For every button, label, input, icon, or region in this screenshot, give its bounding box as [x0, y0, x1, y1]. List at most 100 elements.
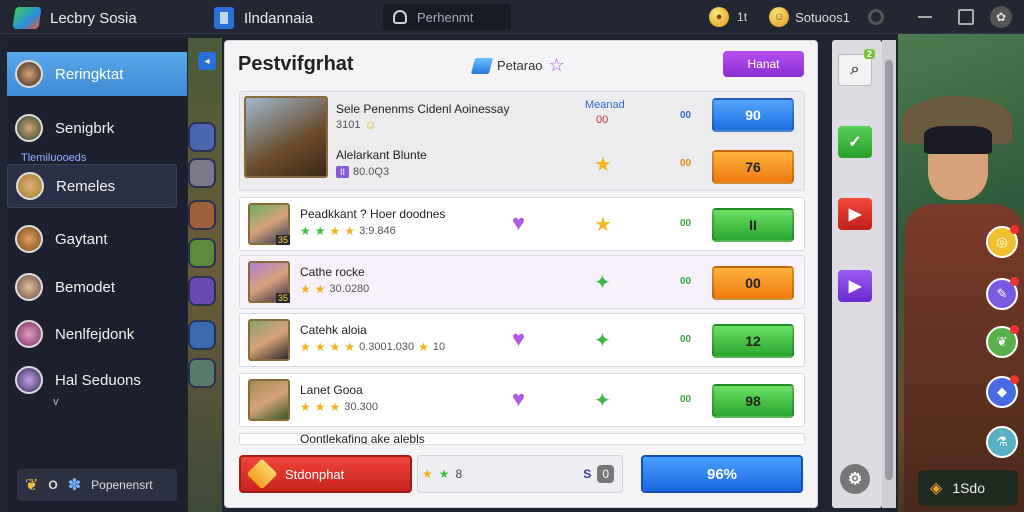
sidebar-item-1[interactable]: Reringktat [7, 52, 187, 96]
heart-icon[interactable]: ♥ [512, 210, 525, 236]
footer-toggle[interactable]: 0 [597, 465, 614, 483]
hero-portrait [248, 319, 290, 361]
star-icon: ☆ [548, 55, 565, 75]
row-mini: 00 [680, 334, 692, 345]
sidebar-item-2[interactable]: Senigbrk [7, 106, 187, 150]
heart-icon[interactable]: ♥ [512, 326, 525, 352]
sidebar-item-5[interactable]: Bemodet [7, 265, 187, 309]
hero-portrait: 35 [248, 203, 290, 245]
app-title-1: Lecbry Sosia [50, 9, 137, 27]
panel-top-button[interactable]: Hanat [723, 51, 804, 77]
settings-avatar-icon[interactable]: ✿ [990, 6, 1012, 28]
flower-icon[interactable]: ✽ [68, 475, 81, 495]
gear-icon[interactable]: ⚙ [840, 464, 870, 494]
star-icon: ★ [300, 340, 311, 354]
row-sub: ★ ★ ★ ★ 0.3001.030 ★ 10 [300, 340, 445, 354]
table-row[interactable]: Sele Penenms Cidenl Aoinessay 3101 ☺ Mea… [239, 91, 805, 191]
row-name: Sele Penenms Cidenl Aoinessay [336, 102, 510, 116]
record-icon[interactable] [868, 9, 884, 25]
user-icon [393, 10, 407, 24]
row-sub-value: 3101 [336, 119, 361, 131]
strip-button[interactable] [188, 320, 216, 350]
footer-primary-button[interactable]: Stdonphat [239, 455, 412, 493]
leaf-icon[interactable]: ❦ [25, 475, 38, 495]
strip-button[interactable] [188, 238, 216, 268]
play-purple-icon[interactable]: ▶ [838, 270, 872, 302]
document-icon [214, 7, 234, 29]
hero-portrait [248, 379, 290, 421]
sidebar-item-label: Senigbrk [55, 119, 115, 137]
strip-button[interactable] [188, 276, 216, 306]
star-icon: ★ [329, 340, 341, 354]
row-extra-value: 10 [432, 341, 446, 353]
search-icon[interactable]: ⌕ 2 [838, 49, 875, 86]
tool-column: ⌕ 2 ✓ ▶ ▶ ⚙ [832, 40, 882, 508]
star-icon: ★ [422, 467, 433, 481]
star-icon: ✦ [594, 390, 611, 412]
play-red-icon[interactable]: ▶ [838, 198, 872, 230]
hero-hair [924, 126, 992, 154]
row-action-button[interactable]: 00 [712, 266, 794, 300]
sidebar-item-4[interactable]: Gaytant [7, 217, 187, 261]
hero-portrait: 35 [248, 261, 290, 303]
row-action-button[interactable]: II [712, 208, 794, 242]
strip-button[interactable] [188, 358, 216, 388]
row-tag-value: 00 [596, 114, 609, 126]
dock-icon[interactable]: ◂ [198, 52, 216, 70]
sidebar-item-label: Bemodet [55, 278, 116, 296]
row-action-button[interactable]: 90 [712, 98, 794, 132]
coin-count: 1t [737, 10, 748, 24]
feather-icon[interactable]: ✎ [986, 277, 1019, 310]
sidebar-item-label: Reringktat [55, 65, 124, 83]
star-icon: ★ [594, 214, 612, 236]
scrollbar-thumb[interactable] [885, 60, 893, 480]
star-icon: ★ [314, 340, 326, 354]
potion-icon[interactable]: ⚗ [986, 426, 1018, 458]
check-icon[interactable]: ✓ [838, 126, 872, 158]
row-action-button[interactable]: 12 [712, 324, 794, 358]
star-icon: ★ [438, 467, 450, 481]
row-sub-value: 80.0Q3 [353, 166, 390, 178]
row-action-button[interactable]: 98 [712, 384, 794, 418]
strip-button[interactable] [188, 158, 216, 188]
app-logo-icon [12, 7, 42, 29]
row-name: Oontlekafing ake alebls [300, 433, 425, 445]
minimize-icon[interactable] [918, 16, 932, 18]
chevron-down-icon[interactable]: v [53, 396, 59, 408]
star-icon: ★ [344, 224, 356, 238]
zero-toggle[interactable]: O [48, 478, 57, 492]
sidebar-item-6[interactable]: Nenlfejdonk [7, 312, 187, 356]
table-row[interactable]: Oontlekafing ake alebls [239, 433, 805, 445]
maximize-icon[interactable] [958, 9, 974, 25]
table-row[interactable]: Lanet Gooa ★ ★ ★ 30.300 ♥ ✦ 00 98 [239, 373, 805, 427]
portrait-tag: 35 [275, 235, 290, 245]
sidebar-item-7[interactable]: Hal Seduons [7, 358, 187, 402]
app-tab-2[interactable]: Ilndannaia [214, 7, 313, 29]
table-row[interactable]: 35 Cathe rocke ★ ★ 30.0280 ✦ 00 00 [239, 255, 805, 309]
avatar [15, 60, 43, 88]
strip-button[interactable] [188, 122, 216, 152]
heart-icon[interactable]: ♥ [512, 386, 525, 412]
scrollbar[interactable] [882, 40, 896, 508]
table-row[interactable]: Catehk aloia ★ ★ ★ ★ 0.3001.030 ★ 10 ♥ ✦ 00… [239, 313, 805, 367]
title-bar: Lecbry Sosia Ilndannaia Perhenmt ● 1t ☺ … [0, 0, 1024, 34]
row-action-button[interactable]: 76 [712, 150, 794, 184]
app-tab-1[interactable]: Lecbry Sosia [12, 7, 137, 29]
search-input[interactable]: Perhenmt [383, 4, 511, 30]
art-action-button[interactable]: ◈ 1Sdo [918, 470, 1018, 506]
row-sub: ★ ★ ★ ★ 3:9.846 [300, 224, 396, 238]
currency-amount: Sotuoos1 [795, 9, 850, 25]
row-name: Lanet Gooa [300, 383, 363, 397]
table-row[interactable]: 35 Peadkkant ? Hoer doodnes ★ ★ ★ ★ 3:9.846… [239, 197, 805, 251]
row-name: Catehk aloia [300, 323, 367, 337]
shield-icon[interactable]: ◆ [986, 375, 1019, 408]
bell-icon[interactable]: ◎ [986, 225, 1019, 258]
footer-mid-s: S [583, 467, 592, 481]
footer-progress-button[interactable]: 96% [641, 455, 803, 493]
strip-button[interactable] [188, 200, 216, 230]
leaf-icon[interactable]: ❦ [986, 325, 1019, 358]
notification-dot [1010, 375, 1019, 384]
panel-center-label: Petarao ☆ [470, 55, 565, 76]
avatar [15, 273, 43, 301]
sidebar-item-3[interactable]: Remeles [7, 164, 177, 208]
